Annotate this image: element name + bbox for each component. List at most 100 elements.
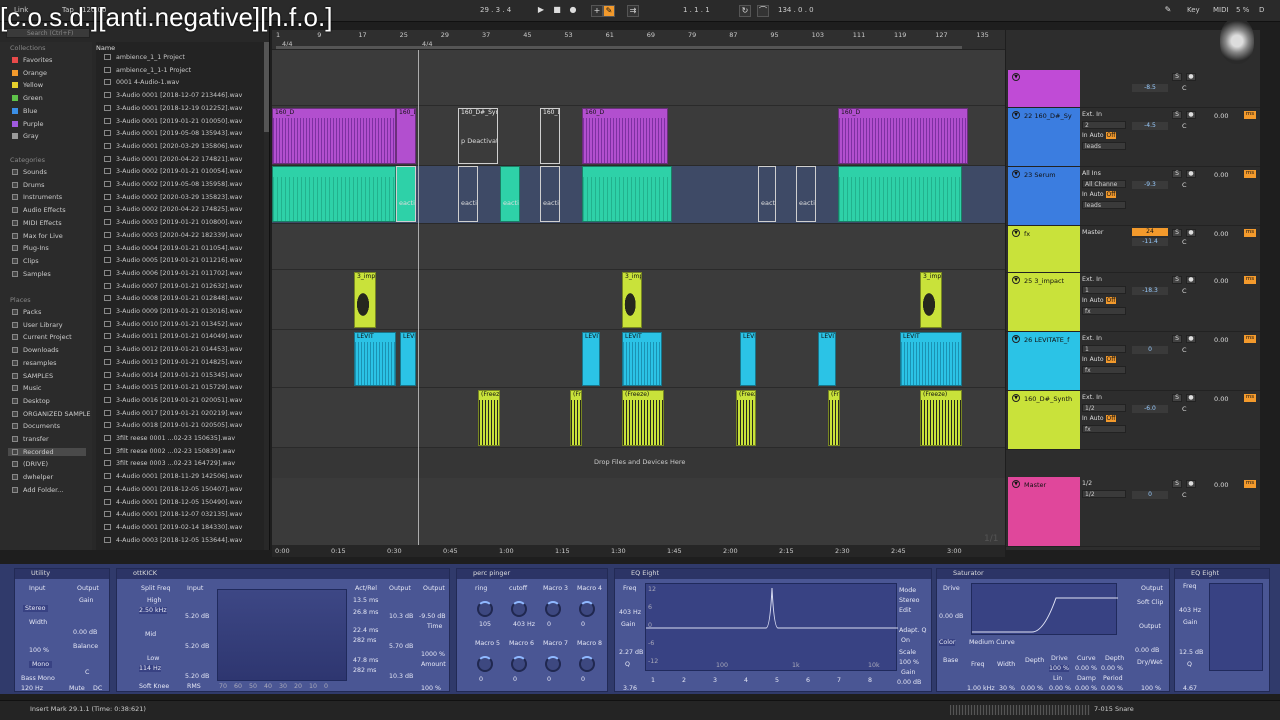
category-item[interactable]: Instruments (12, 193, 62, 201)
lane-impact[interactable]: 3_imp 3_imp 3_imp (272, 270, 1005, 330)
category-item[interactable]: Clips (12, 257, 39, 265)
track-header[interactable]: ▼ 23 Serum (1008, 167, 1080, 225)
eq-curve-display[interactable]: 12 6 0 -6 -12 100 1k 10k (645, 583, 898, 671)
track-volume[interactable]: 0 (1132, 491, 1168, 499)
monitor-off-button[interactable]: Off (1105, 415, 1117, 422)
lin-value[interactable]: 0.00 % (1049, 685, 1071, 692)
arm-button[interactable]: ● (1186, 170, 1196, 178)
input-type[interactable]: Ext. In (1082, 394, 1102, 401)
file-item[interactable]: 4-Audio 0001 [2018-12-05 150490].wav (104, 498, 242, 506)
arm-button[interactable]: ● (1186, 394, 1196, 402)
file-item[interactable]: 3-Audio 0001 [2020-03-29 135806].wav (104, 142, 242, 150)
place-item[interactable]: Documents (12, 422, 60, 430)
band-gain[interactable]: 5.20 dB (185, 643, 209, 650)
soft-clip-toggle[interactable]: Soft Clip (1137, 599, 1163, 606)
place-item[interactable]: ORGANIZED SAMPLE (12, 410, 90, 418)
freq-value[interactable]: 403 Hz (1179, 607, 1201, 614)
loop-length[interactable]: 134 . 0 . 0 (778, 6, 814, 14)
place-item[interactable]: (DRIVE) (12, 460, 48, 468)
input-channel[interactable]: 1 (1082, 345, 1126, 353)
file-item[interactable]: 3-Audio 0003 [2019-01-21 010800].wav (104, 219, 242, 226)
audio-clip[interactable]: LEVIT (354, 332, 396, 386)
audio-clip[interactable]: (Freeze) (570, 390, 582, 446)
gain-value[interactable]: 0.00 dB (73, 629, 97, 636)
mute-button[interactable]: Mute (69, 685, 85, 692)
file-item[interactable]: 3-Audio 0001 [2019-05-08 135943].wav (104, 130, 242, 137)
color-toggle[interactable]: Color (939, 639, 956, 646)
audio-clip[interactable]: LEVIT (582, 332, 600, 386)
monitor-in-button[interactable]: In (1082, 191, 1088, 198)
band-number[interactable]: 7 (837, 677, 841, 684)
deactivated-clip[interactable]: 160_D#_Syn p Deactivat (458, 108, 498, 164)
perc-pinger-device[interactable]: perc pinger ring 105 cutoff 403 Hz Macro 3 0 M… (456, 568, 608, 692)
macro-knob[interactable] (477, 656, 493, 672)
gain-value[interactable]: 12.5 dB (1179, 649, 1203, 656)
audio-clip[interactable]: LEVIT (900, 332, 962, 386)
ms-toggle[interactable]: ms (1244, 480, 1256, 488)
file-item[interactable]: 4-Audio 0001 [2018-12-07 032135].wav (104, 511, 242, 518)
input-channel[interactable]: 1 (1082, 286, 1126, 294)
macro-knob[interactable] (579, 601, 595, 617)
track-header[interactable]: ▼ 22 160_D#_Sy (1008, 108, 1080, 166)
file-item[interactable]: ambience_1_1 Project (104, 54, 185, 61)
place-item[interactable]: transfer (12, 435, 49, 443)
dc-button[interactable]: DC (93, 685, 102, 692)
input-type[interactable]: Ext. In (1082, 276, 1102, 283)
file-item[interactable]: 3-Audio 0013 [2019-01-21 014825].wav (104, 358, 242, 366)
record-icon[interactable]: ● (567, 5, 579, 17)
deactivated-clip[interactable]: eactiv (458, 166, 478, 222)
band-gain[interactable]: 5.20 dB (185, 673, 209, 680)
pan-value[interactable]: C (1182, 84, 1187, 92)
output-routing[interactable]: fx (1082, 366, 1126, 374)
file-item[interactable]: 3-Audio 0010 [2019-01-21 013452].wav (104, 320, 242, 328)
output-gain[interactable]: -9.50 dB (419, 613, 446, 620)
arm-button[interactable]: ● (1186, 480, 1196, 488)
arm-button[interactable]: ● (1186, 73, 1196, 81)
send-value[interactable]: 0.00 (1214, 395, 1228, 403)
pan-value[interactable]: C (1182, 287, 1187, 295)
band-number[interactable]: 2 (682, 677, 686, 684)
band-output[interactable]: 5.70 dB (389, 643, 413, 650)
master-lane[interactable]: 1/1 (272, 478, 1005, 548)
audio-clip[interactable]: 160_D (838, 108, 968, 164)
arm-button[interactable]: ● (1186, 229, 1196, 237)
collection-item[interactable]: Green (12, 94, 43, 102)
time-value[interactable]: 1000 % (421, 651, 445, 658)
capture-icon[interactable]: ⇉ (627, 5, 639, 17)
file-item[interactable]: 3-Audio 0002 [2020-04-22 174825].wav (104, 206, 242, 213)
balance-value[interactable]: C (85, 669, 89, 676)
loop-start[interactable]: 1 . 1 . 1 (683, 6, 710, 14)
pan-value[interactable]: C (1182, 122, 1187, 130)
audio-clip[interactable]: 160_D (582, 108, 668, 164)
arm-button[interactable]: ● (1186, 111, 1196, 119)
audio-clip[interactable]: 160_D (396, 108, 416, 164)
place-item[interactable]: Music (12, 384, 42, 392)
file-item[interactable]: 3-Audio 0004 [2019-01-21 011054].wav (104, 244, 242, 252)
pan-value[interactable]: C (1182, 238, 1187, 246)
track-volume[interactable]: -4.5 (1132, 122, 1168, 130)
drive-value[interactable]: 0.00 dB (939, 613, 963, 620)
attack-time[interactable]: 13.5 ms (353, 597, 378, 604)
deactivated-clip[interactable]: eactiv (796, 166, 816, 222)
track-volume[interactable]: -18.3 (1132, 287, 1168, 295)
utility-device[interactable]: Utility Input Output Stereo Gain Width 0… (14, 568, 110, 692)
audio-clip[interactable]: 160_D (272, 108, 396, 164)
solo-button[interactable]: S (1172, 335, 1182, 343)
pan-value[interactable]: C (1182, 491, 1187, 499)
track-header[interactable]: ▼ 25 3_impact (1008, 273, 1080, 331)
eq-eight-device-2[interactable]: EQ Eight Freq 403 Hz Gain 12.5 dB Q 4.67 (1174, 568, 1270, 692)
place-item[interactable]: dwhelper (12, 473, 53, 481)
place-item[interactable]: Downloads (12, 346, 59, 354)
audio-clip[interactable]: LEVIT (400, 332, 416, 386)
send-value[interactable]: 0.00 (1214, 171, 1228, 179)
macro-value[interactable]: 0 (547, 621, 551, 628)
file-item[interactable]: 3-Audio 0001 [2018-12-07 213446].wav (104, 92, 242, 99)
macro-knob[interactable] (511, 601, 527, 617)
file-item[interactable]: 4-Audio 0001 [2019-02-14 184330].wav (104, 523, 242, 531)
attack-time[interactable]: 47.8 ms (353, 657, 378, 664)
category-item[interactable]: MIDI Effects (12, 219, 62, 227)
beat-ruler[interactable]: 1 9 17 25 29 37 45 53 61 69 79 87 95 103 111 119 127 135 … (272, 30, 1005, 50)
audio-clip[interactable]: (Freeze) (622, 390, 664, 446)
file-item[interactable]: 4-Audio 0001 [2018-11-29 142506].wav (104, 473, 242, 480)
curve-type-select[interactable]: Medium Curve (969, 639, 1015, 646)
